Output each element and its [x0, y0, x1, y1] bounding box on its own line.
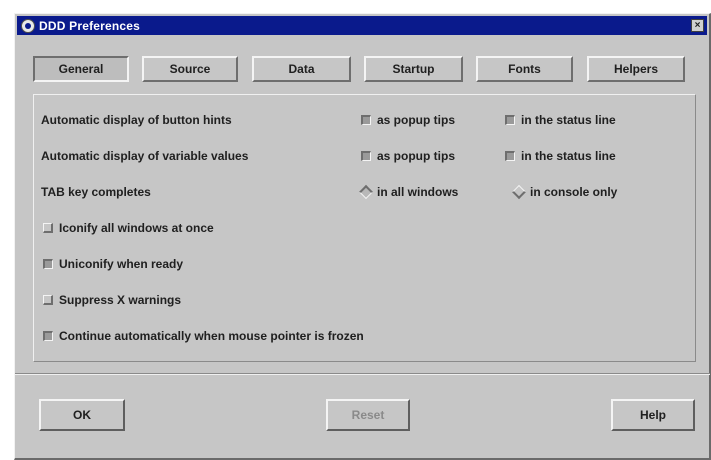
ok-button[interactable]: OK [39, 399, 125, 431]
variable-values-popup-label: as popup tips [377, 149, 455, 163]
variable-values-status-label: in the status line [521, 149, 616, 163]
tab-completes-label: TAB key completes [41, 185, 151, 199]
button-hints-label: Automatic display of button hints [41, 113, 232, 127]
variable-values-status-option[interactable]: in the status line [505, 149, 616, 163]
uniconify-ready-option[interactable]: Uniconify when ready [43, 257, 183, 271]
tab-source[interactable]: Source [142, 56, 238, 82]
tab-startup[interactable]: Startup [364, 56, 463, 82]
tab-console-only-option[interactable]: in console only [511, 184, 618, 200]
help-button[interactable]: Help [611, 399, 695, 431]
close-icon[interactable]: × [691, 19, 704, 32]
button-hints-popup-checkbox[interactable] [361, 115, 371, 125]
tab-console-only-label: in console only [530, 185, 618, 199]
tab-fonts[interactable]: Fonts [476, 56, 573, 82]
title-bar[interactable]: DDD Preferences × [17, 16, 707, 35]
iconify-all-option[interactable]: Iconify all windows at once [43, 221, 214, 235]
variable-values-popup-option[interactable]: as popup tips [361, 149, 455, 163]
uniconify-ready-label: Uniconify when ready [59, 257, 184, 271]
tab-helpers[interactable]: Helpers [587, 56, 685, 82]
suppress-x-checkbox[interactable] [43, 295, 53, 305]
suppress-x-label: Suppress X warnings [59, 293, 182, 307]
button-hints-status-label: in the status line [521, 113, 616, 127]
iconify-all-label: Iconify all windows at once [59, 221, 214, 235]
variable-values-label: Automatic display of variable values [41, 149, 249, 163]
window-title: DDD Preferences [39, 18, 141, 33]
tab-console-only-radio[interactable] [511, 184, 527, 200]
reset-button[interactable]: Reset [326, 399, 410, 431]
continue-frozen-option[interactable]: Continue automatically when mouse pointe… [43, 329, 364, 343]
uniconify-ready-checkbox[interactable] [43, 259, 53, 269]
iconify-all-checkbox[interactable] [43, 223, 53, 233]
button-hints-popup-label: as popup tips [377, 113, 455, 127]
button-hints-status-checkbox[interactable] [505, 115, 515, 125]
suppress-x-option[interactable]: Suppress X warnings [43, 293, 181, 307]
tab-general[interactable]: General [33, 56, 129, 82]
preferences-window: DDD Preferences × General Source Data St… [14, 13, 711, 460]
tab-all-windows-radio[interactable] [358, 184, 374, 200]
tab-data[interactable]: Data [252, 56, 351, 82]
variable-values-popup-checkbox[interactable] [361, 151, 371, 161]
tab-all-windows-label: in all windows [377, 185, 459, 199]
button-hints-status-option[interactable]: in the status line [505, 113, 616, 127]
button-separator [15, 373, 710, 375]
tab-all-windows-option[interactable]: in all windows [358, 184, 459, 200]
continue-frozen-label: Continue automatically when mouse pointe… [59, 329, 364, 343]
tab-bar: General Source Data Startup Fonts Helper… [33, 56, 695, 84]
variable-values-status-checkbox[interactable] [505, 151, 515, 161]
button-hints-popup-option[interactable]: as popup tips [361, 113, 455, 127]
general-panel: Automatic display of button hints as pop… [33, 94, 696, 362]
continue-frozen-checkbox[interactable] [43, 331, 53, 341]
app-icon [21, 18, 35, 33]
